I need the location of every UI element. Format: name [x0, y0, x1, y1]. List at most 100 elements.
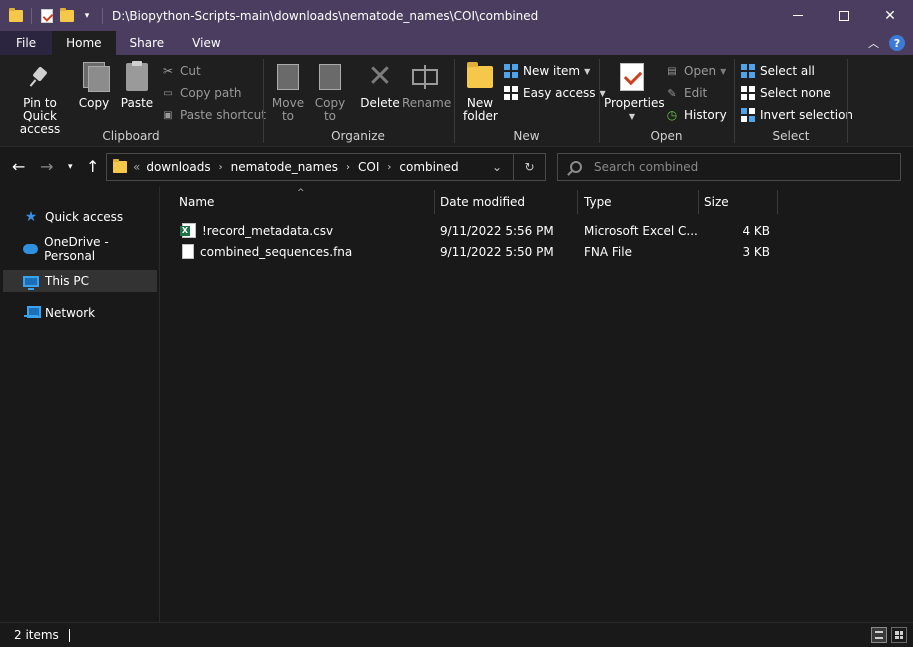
- rename-button[interactable]: Rename: [402, 61, 452, 110]
- maximize-button[interactable]: [821, 0, 867, 31]
- table-row[interactable]: combined_sequences.fna 9/11/2022 5:50 PM…: [161, 241, 913, 262]
- help-icon[interactable]: ?: [889, 35, 905, 51]
- large-icons-view-button[interactable]: [891, 627, 907, 643]
- new-folder-label: New folder: [463, 96, 498, 123]
- search-input[interactable]: [594, 160, 874, 174]
- scissors-icon: ✂: [162, 64, 174, 78]
- properties-label: Properties: [604, 96, 665, 110]
- chevron-right-icon[interactable]: ›: [346, 162, 350, 173]
- properties-icon: [616, 61, 648, 93]
- sidebar-item-this-pc[interactable]: This PC: [3, 270, 157, 292]
- type-cell: FNA File: [584, 244, 632, 259]
- invert-selection-label: Invert selection: [760, 108, 854, 122]
- cut-label: Cut: [180, 64, 201, 78]
- new-folder-icon[interactable]: [59, 7, 75, 24]
- new-item-button[interactable]: New item ▼: [503, 63, 590, 79]
- delete-button[interactable]: ✕ Delete: [360, 61, 400, 110]
- select-all-button[interactable]: Select all: [740, 63, 815, 79]
- tab-view[interactable]: View: [178, 31, 234, 55]
- sidebar-item-onedrive[interactable]: OneDrive - Personal: [3, 235, 157, 263]
- easy-access-button[interactable]: Easy access ▼: [503, 85, 606, 101]
- pin-to-quick-access-button[interactable]: Pin to Quick access: [6, 61, 74, 136]
- new-folder-button[interactable]: New folder: [459, 61, 501, 123]
- recent-locations-chevron-icon[interactable]: ▾: [68, 157, 73, 177]
- breadcrumb-downloads[interactable]: downloads: [146, 160, 210, 174]
- properties-button[interactable]: Properties ▼: [604, 61, 665, 123]
- copy-path-label: Copy path: [180, 86, 242, 100]
- column-header-size[interactable]: Size: [699, 190, 777, 214]
- refresh-icon[interactable]: ↻: [513, 154, 545, 180]
- rename-label: Rename: [402, 96, 452, 110]
- window-controls: ✕: [775, 0, 913, 31]
- open-button[interactable]: ▤ Open ▼: [664, 63, 726, 79]
- excel-file-icon: [180, 223, 196, 238]
- file-list: ^ Name Date modified Type Size !record_m…: [161, 187, 913, 622]
- chevron-right-icon[interactable]: ›: [219, 162, 223, 173]
- tab-share[interactable]: Share: [116, 31, 179, 55]
- breadcrumb-overflow[interactable]: «: [133, 160, 140, 174]
- file-icon: [182, 244, 194, 259]
- delete-icon: ✕: [367, 59, 393, 94]
- copy-button[interactable]: Copy: [76, 61, 112, 110]
- item-count: 2 items: [14, 628, 59, 642]
- select-none-label: Select none: [760, 86, 831, 100]
- sort-ascending-icon: ^: [297, 188, 305, 198]
- history-icon: ◷: [666, 108, 678, 122]
- customize-toolbar-dropdown-icon[interactable]: ▾: [79, 8, 95, 24]
- clipboard-group: Pin to Quick access Copy Paste ✂ Cut ▭ C…: [0, 55, 266, 147]
- edit-label: Edit: [684, 86, 708, 100]
- cloud-icon: [23, 244, 39, 254]
- size-cell: 3 KB: [742, 244, 770, 259]
- status-bar: 2 items: [0, 622, 913, 647]
- address-history-chevron-icon[interactable]: ⌄: [481, 154, 513, 180]
- details-view-button[interactable]: [871, 627, 887, 643]
- address-bar[interactable]: « downloads › nematode_names › COI › com…: [106, 153, 546, 181]
- paste-shortcut-button[interactable]: ▣ Paste shortcut: [160, 107, 266, 123]
- forward-arrow-icon[interactable]: →: [40, 157, 53, 177]
- copy-path-icon: ▭: [163, 87, 173, 99]
- copy-path-button[interactable]: ▭ Copy path: [160, 85, 242, 101]
- breadcrumb-nematode-names[interactable]: nematode_names: [231, 160, 338, 174]
- sidebar-item-label: Network: [45, 306, 96, 320]
- column-header-label: Name: [179, 195, 215, 209]
- organize-group-label: Organize: [331, 129, 385, 143]
- collapse-ribbon-icon[interactable]: ︿: [868, 35, 879, 51]
- edit-button[interactable]: ✎ Edit: [664, 85, 707, 101]
- copy-to-icon: [314, 61, 346, 93]
- tab-home[interactable]: Home: [52, 31, 116, 55]
- search-box[interactable]: [557, 153, 901, 181]
- size-cell: 4 KB: [742, 223, 770, 238]
- column-header-date-modified[interactable]: Date modified: [435, 190, 578, 214]
- column-header-name[interactable]: ^ Name: [161, 188, 434, 214]
- folder-icon: [8, 7, 24, 24]
- invert-selection-button[interactable]: Invert selection: [740, 107, 853, 123]
- large-icons-view-icon: [895, 631, 903, 639]
- move-to-button[interactable]: Move to: [270, 61, 306, 123]
- copy-to-button[interactable]: Copy to: [312, 61, 348, 123]
- breadcrumb-combined[interactable]: combined: [399, 160, 458, 174]
- close-button[interactable]: ✕: [867, 0, 913, 31]
- toolbar-divider: [102, 7, 103, 24]
- sidebar-item-quick-access[interactable]: ★ Quick access: [3, 206, 157, 228]
- paste-shortcut-icon: ▣: [163, 109, 173, 121]
- minimize-button[interactable]: [775, 0, 821, 31]
- select-none-button[interactable]: Select none: [740, 85, 831, 101]
- history-label: History: [684, 108, 727, 122]
- column-header-type[interactable]: Type: [578, 190, 699, 214]
- up-arrow-icon[interactable]: ↑: [86, 157, 99, 177]
- back-arrow-icon[interactable]: ←: [12, 157, 25, 177]
- history-button[interactable]: ◷ History: [664, 107, 727, 123]
- column-divider[interactable]: [777, 190, 778, 214]
- file-name: !record_metadata.csv: [202, 223, 334, 238]
- sidebar-item-network[interactable]: Network: [3, 302, 157, 324]
- cut-button[interactable]: ✂ Cut: [160, 63, 201, 79]
- table-row[interactable]: !record_metadata.csv 9/11/2022 5:56 PM M…: [161, 220, 913, 241]
- breadcrumb-coi[interactable]: COI: [358, 160, 379, 174]
- column-header-label: Date modified: [440, 195, 526, 209]
- search-icon: [570, 161, 582, 173]
- chevron-right-icon[interactable]: ›: [387, 162, 391, 173]
- properties-check-icon[interactable]: [39, 8, 55, 24]
- tab-file[interactable]: File: [0, 31, 53, 55]
- date-modified-cell: 9/11/2022 5:56 PM: [440, 223, 554, 238]
- paste-button[interactable]: Paste: [118, 61, 156, 110]
